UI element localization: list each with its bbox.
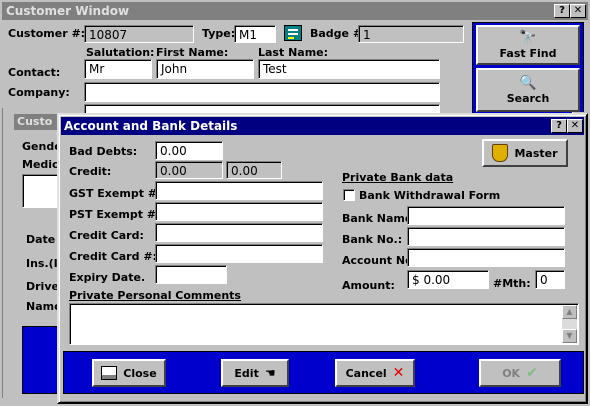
amount-field[interactable]: $ 0.00 xyxy=(407,270,489,289)
bad-debts-label: Bad Debts: xyxy=(69,145,138,158)
months-field[interactable]: 0 xyxy=(535,270,565,289)
bank-no-label: Bank No.: xyxy=(342,233,403,246)
edit-button-label: Edit xyxy=(234,366,259,380)
account-no-field[interactable] xyxy=(407,248,565,267)
account-bank-dialog: Account and Bank Details ? ✕ Master Bad … xyxy=(57,113,588,404)
edit-button[interactable]: Edit ☚ xyxy=(221,359,289,387)
firstname-field[interactable]: John xyxy=(156,59,254,79)
expiry-date-field[interactable] xyxy=(155,265,227,284)
company-label: Company: xyxy=(8,86,70,99)
medical-field[interactable] xyxy=(22,174,62,208)
bank-withdrawal-label: Bank Withdrawal Form xyxy=(359,189,501,202)
pst-exempt-field[interactable] xyxy=(155,202,323,221)
cancel-button-label: Cancel xyxy=(345,366,387,380)
ok-button-label: OK xyxy=(502,366,521,380)
credit-field-1: 0.00 xyxy=(155,161,223,179)
search-button[interactable]: 🔍 Search xyxy=(476,68,580,112)
master-label: Master xyxy=(514,146,558,160)
printer-icon xyxy=(101,366,118,380)
expiry-date-label: Expiry Date. xyxy=(69,271,146,284)
amount-label: Amount: xyxy=(342,279,395,292)
customer-window-title: Customer Window xyxy=(6,4,130,18)
fast-find-label: Fast Find xyxy=(499,46,557,60)
bank-withdrawal-checkbox[interactable] xyxy=(343,189,355,201)
type-label: Type: xyxy=(202,27,236,40)
customer-window-titlebar: Customer Window ? ✕ xyxy=(2,2,588,20)
lastname-field[interactable]: Test xyxy=(258,59,440,79)
bad-debts-field[interactable]: 0.00 xyxy=(155,141,223,160)
dialog-help-button[interactable]: ? xyxy=(551,119,567,133)
sub-window-title: Custo xyxy=(17,115,53,128)
magnifier-icon: 🔍 xyxy=(519,74,537,91)
gst-exempt-label: GST Exempt #: xyxy=(69,187,162,200)
master-button[interactable]: Master xyxy=(482,139,568,167)
credit-card-number-label: Credit Card #: xyxy=(69,250,157,263)
dialog-titlebar: Account and Bank Details ? ✕ xyxy=(61,117,584,135)
help-button[interactable]: ? xyxy=(554,4,570,18)
pst-exempt-label: PST Exempt #: xyxy=(69,208,161,221)
private-comments-header: Private Personal Comments xyxy=(69,289,241,302)
lastname-header: Last Name: xyxy=(258,46,329,59)
close-window-button[interactable]: ✕ xyxy=(570,4,586,18)
private-comments-textarea[interactable] xyxy=(69,303,579,345)
type-lookup-icon[interactable] xyxy=(284,25,302,41)
pointing-hand-icon: ☚ xyxy=(264,366,276,380)
credit-field-2: 0.00 xyxy=(226,161,282,179)
ok-button[interactable]: OK ✔ xyxy=(479,359,561,387)
close-button[interactable]: Close xyxy=(92,359,166,387)
private-bank-header: Private Bank data xyxy=(342,171,454,184)
fast-find-button[interactable]: 🔭 Fast Find xyxy=(476,25,580,65)
badge-field[interactable]: 1 xyxy=(358,25,464,43)
search-label: Search xyxy=(506,91,550,105)
gst-exempt-field[interactable] xyxy=(155,181,323,200)
left-edge-strip xyxy=(2,108,10,398)
type-field[interactable]: M1 xyxy=(234,25,276,43)
checkmark-icon: ✔ xyxy=(526,365,538,381)
customer-number-label: Customer #: xyxy=(8,27,86,40)
scroll-down-icon[interactable]: ▼ xyxy=(562,329,577,343)
dialog-close-button[interactable]: ✕ xyxy=(567,119,583,133)
comments-scrollbar[interactable]: ▲ ▼ xyxy=(562,305,577,343)
bank-no-field[interactable] xyxy=(407,227,565,246)
salutation-field[interactable]: Mr xyxy=(84,59,152,79)
company-field[interactable] xyxy=(84,82,440,102)
close-button-label: Close xyxy=(123,366,157,380)
bank-name-label: Bank Name: xyxy=(342,212,417,225)
contact-label: Contact: xyxy=(8,66,61,79)
customer-footer-panel xyxy=(22,326,62,394)
cancel-button[interactable]: Cancel ✕ xyxy=(335,359,415,387)
credit-label: Credit: xyxy=(69,165,112,178)
credit-card-field[interactable] xyxy=(155,223,323,242)
credit-card-number-field[interactable] xyxy=(155,244,323,263)
bank-name-field[interactable] xyxy=(407,206,565,225)
scroll-up-icon[interactable]: ▲ xyxy=(562,305,577,319)
shield-icon xyxy=(492,144,509,162)
ins-label: Ins.(I xyxy=(26,257,58,270)
salutation-header: Salutation: xyxy=(86,46,155,59)
firstname-header: First Name: xyxy=(156,46,229,59)
credit-card-label: Credit Card: xyxy=(69,229,144,242)
customer-number-field[interactable]: 10807 xyxy=(84,25,194,43)
red-x-icon: ✕ xyxy=(392,365,405,381)
binoculars-icon: 🔭 xyxy=(519,29,537,46)
dialog-title: Account and Bank Details xyxy=(64,119,238,133)
months-label: #Mth: xyxy=(493,277,531,290)
driver-label: Drive xyxy=(26,280,59,293)
